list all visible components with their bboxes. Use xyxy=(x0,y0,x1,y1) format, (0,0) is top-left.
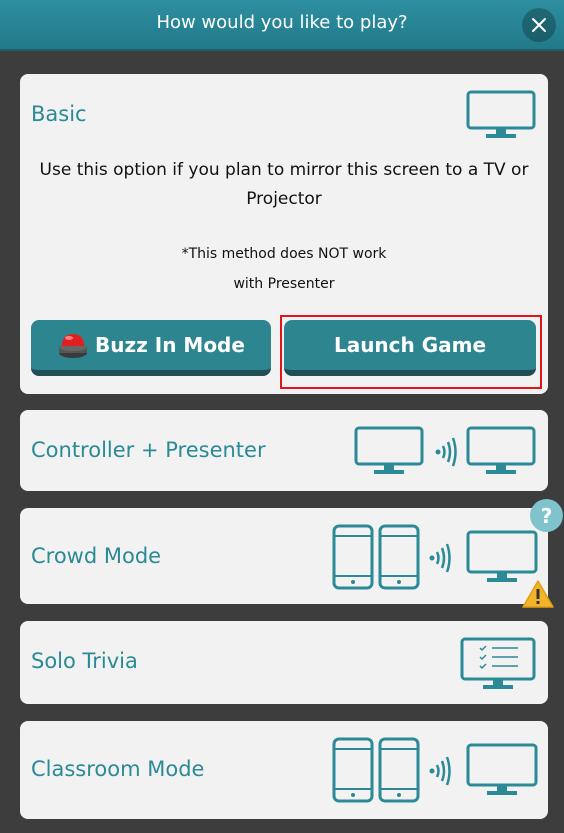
mode-title-controller-presenter: Controller + Presenter xyxy=(31,438,266,462)
monitor-icon xyxy=(466,90,536,138)
close-button[interactable] xyxy=(522,8,556,42)
phones-to-monitor-icon xyxy=(332,524,538,590)
buzzer-icon xyxy=(59,334,88,358)
mode-title-solo-trivia: Solo Trivia xyxy=(31,649,138,673)
mode-title-classroom: Classroom Mode xyxy=(31,757,205,781)
dialog-title: How would you like to play? xyxy=(156,12,408,33)
checklist-monitor-icon xyxy=(460,637,536,689)
mode-card-controller-presenter[interactable]: Controller + Presenter xyxy=(20,410,548,491)
mode-card-classroom[interactable]: Classroom Mode xyxy=(20,721,548,819)
mode-card-solo-trivia[interactable]: Solo Trivia xyxy=(20,621,548,704)
mode-title-crowd: Crowd Mode xyxy=(31,544,162,568)
help-icon[interactable]: ? xyxy=(530,499,563,532)
basic-mode-note-line2: with Presenter xyxy=(233,276,335,292)
basic-mode-note-line1: *This method does NOT work xyxy=(181,246,387,262)
launch-game-highlight xyxy=(280,315,542,389)
monitor-to-monitor-icon xyxy=(354,426,536,474)
buzz-in-mode-button[interactable]: Buzz In Mode xyxy=(31,320,271,376)
buzz-in-mode-label: Buzz In Mode xyxy=(95,333,245,357)
warning-icon xyxy=(522,580,554,608)
phones-to-monitor-icon xyxy=(332,737,538,803)
header-bar: How would you like to play? xyxy=(0,0,564,51)
mode-card-crowd[interactable]: Crowd Mode xyxy=(20,508,548,604)
basic-mode-title: Basic xyxy=(31,102,87,126)
basic-mode-description: Use this option if you plan to mirror th… xyxy=(39,160,529,209)
close-icon xyxy=(532,18,546,32)
